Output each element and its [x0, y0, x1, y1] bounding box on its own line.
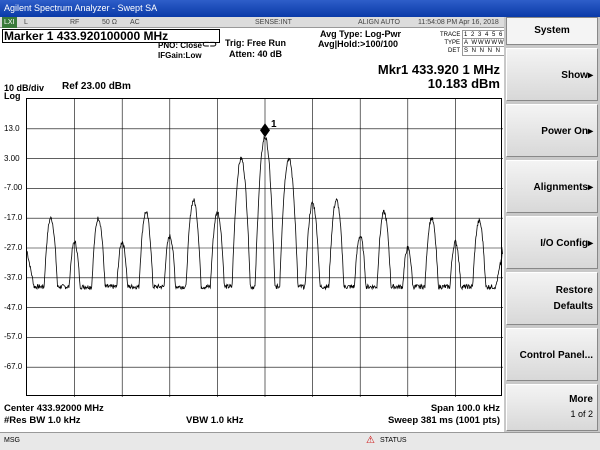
sweep-time: Sweep 381 ms (1001 pts) — [388, 415, 500, 426]
control-panel-label: Control Panel... — [519, 350, 593, 361]
io-config-label: I/O Config — [540, 238, 588, 249]
window-title: Agilent Spectrum Analyzer - Swept SA — [0, 0, 600, 17]
ifgain-setting: IFGain:Low — [158, 51, 202, 60]
strip-align: ALIGN AUTO — [358, 19, 400, 26]
submenu-arrow-icon: ▸ — [587, 182, 593, 193]
trigger-setting: Trig: Free Run — [225, 38, 287, 48]
marker-number-label: 1 — [271, 119, 277, 130]
strip-coupling: AC — [130, 19, 140, 26]
softkey-menu-title: System — [506, 17, 598, 45]
graticule[interactable]: 1 — [26, 98, 504, 397]
io-config-softkey[interactable]: I/O Config▸ — [506, 216, 598, 269]
ref-level: Ref 23.00 dBm — [62, 81, 131, 92]
marker-diamond-icon[interactable] — [260, 123, 270, 138]
resolution-bandwidth: #Res BW 1.0 kHz — [4, 415, 81, 426]
restore-defaults-softkey[interactable]: Restore Defaults — [506, 272, 598, 325]
message-bar: MSG ⚠ STATUS — [0, 432, 600, 450]
marker-amplitude: 10.183 dBm — [427, 76, 500, 91]
strip-impedance: 50 Ω — [102, 19, 117, 26]
y-tick-label: -67.0 — [4, 362, 23, 372]
y-tick-label: -7.00 — [4, 183, 23, 193]
status-strip: LXI L RF 50 Ω AC SENSE:INT ALIGN AUTO 11… — [0, 17, 504, 28]
atten-setting: Atten: 40 dB — [229, 49, 283, 59]
submenu-arrow-icon: ▸ — [587, 70, 593, 81]
control-panel-softkey[interactable]: Control Panel... — [506, 328, 598, 381]
video-bandwidth: VBW 1.0 kHz — [186, 415, 244, 426]
softkey-panel: System Show▸ Power On▸ Alignments▸ I/O C… — [504, 17, 600, 432]
marker-title[interactable]: Marker 1 433.920100000 MHz — [4, 29, 168, 43]
submenu-arrow-icon: ▸ — [587, 238, 593, 249]
more-label: More — [569, 394, 593, 405]
power-on-label: Power On — [541, 126, 588, 137]
restore-label: Restore — [555, 285, 593, 296]
y-tick-label: 3.00 — [4, 153, 20, 163]
y-tick-label: -37.0 — [4, 272, 23, 282]
y-tick-label: -57.0 — [4, 332, 23, 342]
status-icon[interactable]: ⚠ — [366, 435, 375, 446]
pno-setting: PNO: Close — [158, 41, 203, 50]
msg-label: MSG — [4, 437, 20, 444]
trace-table: TRACE 1 2 3 4 5 6 TYPE A WWWWW DET S N N N … — [440, 30, 512, 56]
strip-sense: SENSE:INT — [255, 19, 292, 26]
y-tick-label: -47.0 — [4, 302, 23, 312]
y-tick-label: -27.0 — [4, 243, 23, 252]
status-label[interactable]: STATUS — [380, 437, 407, 444]
y-tick-label: 13.0 — [4, 123, 20, 133]
det-label: DET — [448, 48, 460, 54]
defaults-label: Defaults — [553, 301, 593, 312]
span: Span 100.0 kHz — [430, 403, 500, 414]
lxi-badge: LXI — [2, 17, 17, 28]
strip-input: RF — [70, 19, 80, 26]
pno-loop-icon: ⊂⊃ — [202, 39, 218, 49]
spectrum-plot[interactable]: 1 — [26, 99, 504, 397]
scale-log: Log — [4, 91, 21, 101]
page-indicator: 1 of 2 — [570, 409, 593, 419]
submenu-arrow-icon: ▸ — [587, 126, 593, 137]
avg-type: Avg Type: Log-Pwr — [320, 29, 401, 39]
avg-hold: Avg|Hold:>100/100 — [318, 39, 398, 49]
alignments-label: Alignments — [533, 182, 588, 193]
power-on-softkey[interactable]: Power On▸ — [506, 104, 598, 157]
show-softkey[interactable]: Show▸ — [506, 48, 598, 101]
more-softkey[interactable]: More 1 of 2 — [506, 384, 598, 431]
strip-mode: L — [24, 19, 28, 26]
show-label: Show — [561, 70, 588, 81]
strip-datetime: 11:54:08 PM Apr 16, 2018 — [418, 19, 499, 26]
center-frequency: Center 433.92000 MHz — [4, 403, 104, 414]
y-tick-label: -17.0 — [4, 213, 23, 223]
marker-frequency: Mkr1 433.920 1 MHz — [377, 62, 500, 77]
alignments-softkey[interactable]: Alignments▸ — [506, 160, 598, 213]
marker-readout: Mkr1 433.920 1 MHz 10.183 dBm — [378, 63, 500, 91]
